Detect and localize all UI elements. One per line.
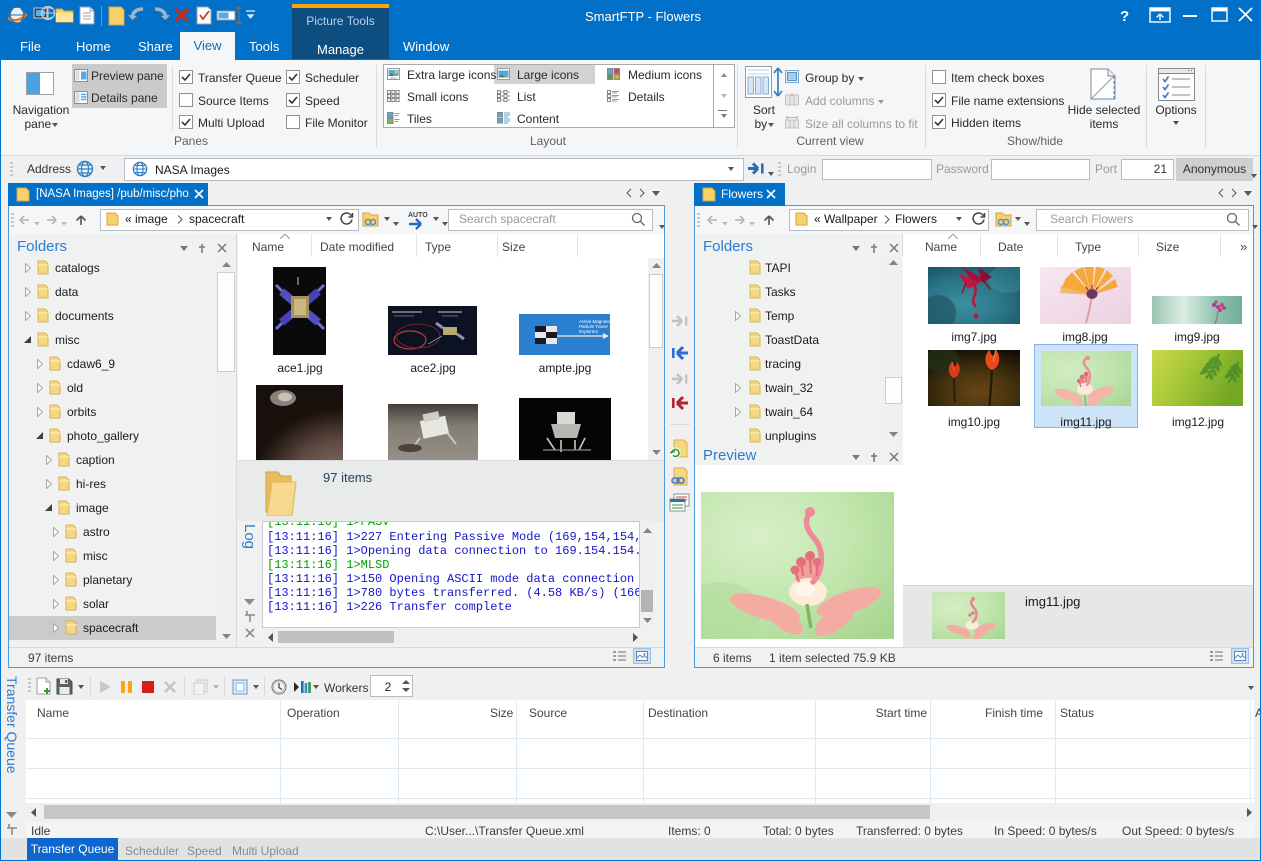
svg-text:AUTO: AUTO — [408, 212, 428, 219]
svg-text:?: ? — [1120, 8, 1129, 25]
svg-text:Explorers: Explorers — [579, 329, 599, 334]
